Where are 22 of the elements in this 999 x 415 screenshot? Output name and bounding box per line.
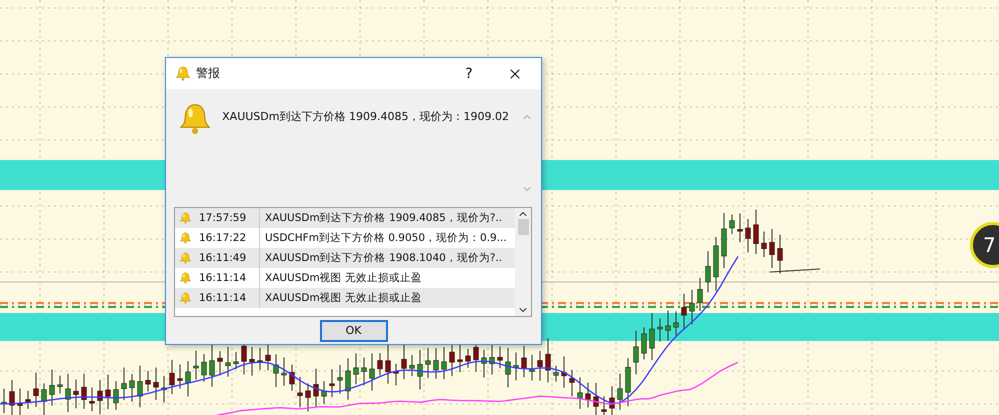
ok-button[interactable]: OK	[320, 320, 388, 342]
message-cell-text: XAUUSDm到达下方价格 1908.1040，现价为?..	[264, 251, 502, 265]
time-cell: 16:11:14	[195, 288, 260, 308]
message-cell-text: XAUUSDm视图 无效止损或止盈	[264, 271, 422, 285]
window-title: 警报	[196, 65, 221, 82]
message-cell-text: USDCHFm到达下方价格 0.9050，现价为：0.9...	[264, 231, 507, 245]
alert-message: XAUUSDm到达下方价格 1909.4085，现价为：1909.02	[222, 109, 509, 124]
alert-row[interactable]: 17:57:59 XAUUSDm到达下方价格 1909.4085，现价为?..	[175, 208, 515, 228]
message-cell-text: XAUUSDm视图 无效止损或止盈	[264, 291, 422, 305]
bell-icon	[180, 292, 190, 304]
count-badge: 7	[970, 222, 999, 268]
bell-icon	[180, 212, 190, 224]
bell-icon	[176, 66, 190, 82]
trend-line	[770, 268, 820, 272]
scroll-thumb[interactable]	[518, 219, 528, 235]
bell-icon	[180, 252, 190, 264]
message-cell-text: XAUUSDm到达下方价格 1909.4085，现价为?..	[264, 211, 502, 225]
alert-row[interactable]: 16:11:14 XAUUSDm视图 无效止损或止盈	[175, 288, 515, 308]
bell-icon	[180, 272, 190, 284]
alert-row[interactable]: 16:11:49 XAUUSDm到达下方价格 1908.1040，现价为?..	[175, 248, 515, 268]
help-button[interactable]: ?	[449, 60, 489, 88]
bell-icon	[180, 232, 190, 244]
